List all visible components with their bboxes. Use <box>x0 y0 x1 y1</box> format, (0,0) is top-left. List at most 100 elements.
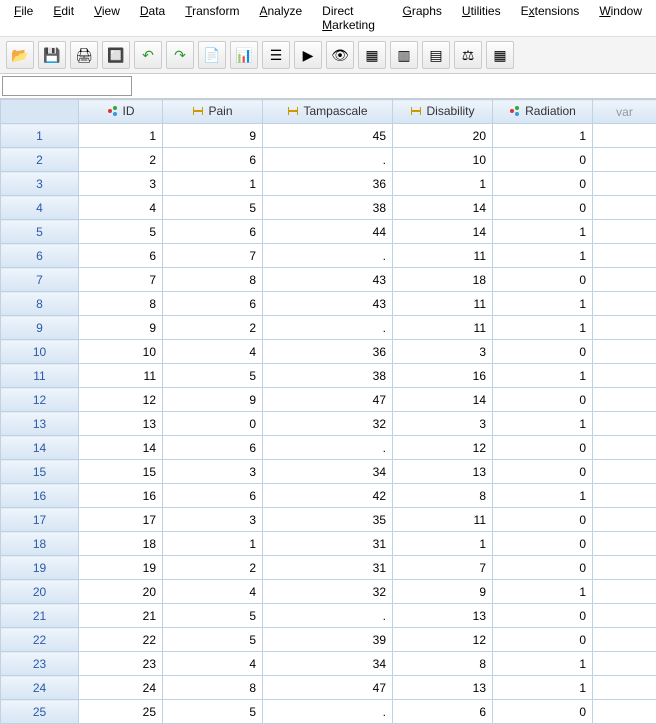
open-button[interactable]: 📂 <box>6 41 34 69</box>
row-header[interactable]: 18 <box>1 532 79 556</box>
cell-radiation[interactable]: 0 <box>493 460 593 484</box>
cell-tampascale[interactable]: 31 <box>263 532 393 556</box>
cell-pain[interactable]: 8 <box>163 676 263 700</box>
cell-disability[interactable]: 12 <box>393 436 493 460</box>
cell-radiation[interactable]: 1 <box>493 244 593 268</box>
cell-radiation[interactable]: 0 <box>493 556 593 580</box>
cell-disability[interactable]: 13 <box>393 604 493 628</box>
cell-pain[interactable]: 3 <box>163 460 263 484</box>
cell-pain[interactable]: 6 <box>163 484 263 508</box>
cell-empty[interactable] <box>593 196 656 220</box>
cell-pain[interactable]: 1 <box>163 532 263 556</box>
cell-tampascale[interactable]: 34 <box>263 460 393 484</box>
cell-tampascale[interactable]: 32 <box>263 580 393 604</box>
cell-id[interactable]: 23 <box>79 652 163 676</box>
cell-disability[interactable]: 1 <box>393 172 493 196</box>
cell-tampascale[interactable]: . <box>263 316 393 340</box>
cell-radiation[interactable]: 1 <box>493 484 593 508</box>
cell-radiation[interactable]: 1 <box>493 580 593 604</box>
cell-tampascale[interactable]: 34 <box>263 652 393 676</box>
cell-radiation[interactable]: 0 <box>493 196 593 220</box>
cell-id[interactable]: 20 <box>79 580 163 604</box>
cell-pain[interactable]: 5 <box>163 604 263 628</box>
row-header[interactable]: 2 <box>1 148 79 172</box>
row-header[interactable]: 24 <box>1 676 79 700</box>
cell-radiation[interactable]: 1 <box>493 364 593 388</box>
cell-tampascale[interactable]: 43 <box>263 268 393 292</box>
cell-id[interactable]: 2 <box>79 148 163 172</box>
row-header[interactable]: 6 <box>1 244 79 268</box>
cell-tampascale[interactable]: 35 <box>263 508 393 532</box>
cell-radiation[interactable]: 1 <box>493 652 593 676</box>
menu-direct-marketing[interactable]: Direct Marketing <box>312 2 392 34</box>
cell-id[interactable]: 1 <box>79 124 163 148</box>
cell-radiation[interactable]: 1 <box>493 412 593 436</box>
cell-pain[interactable]: 5 <box>163 364 263 388</box>
cell-tampascale[interactable]: 42 <box>263 484 393 508</box>
cell-disability[interactable]: 13 <box>393 676 493 700</box>
menu-edit[interactable]: Edit <box>43 2 84 34</box>
run-button[interactable]: ▶ <box>294 41 322 69</box>
cell-pain[interactable]: 2 <box>163 556 263 580</box>
cell-id[interactable]: 18 <box>79 532 163 556</box>
cell-id[interactable]: 13 <box>79 412 163 436</box>
cell-empty[interactable] <box>593 628 656 652</box>
cell-empty[interactable] <box>593 364 656 388</box>
weight-cases-button[interactable]: ⚖ <box>454 41 482 69</box>
cell-pain[interactable]: 1 <box>163 172 263 196</box>
menu-file[interactable]: File <box>4 2 43 34</box>
cell-disability[interactable]: 16 <box>393 364 493 388</box>
cell-tampascale[interactable]: 32 <box>263 412 393 436</box>
cell-pain[interactable]: 8 <box>163 268 263 292</box>
cell-radiation[interactable]: 0 <box>493 172 593 196</box>
cell-empty[interactable] <box>593 148 656 172</box>
cell-radiation[interactable]: 1 <box>493 292 593 316</box>
menu-extensions[interactable]: Extensions <box>511 2 590 34</box>
cell-disability[interactable]: 14 <box>393 388 493 412</box>
cell-id[interactable]: 10 <box>79 340 163 364</box>
cell-tampascale[interactable]: 44 <box>263 220 393 244</box>
cell-empty[interactable] <box>593 340 656 364</box>
cell-radiation[interactable]: 0 <box>493 532 593 556</box>
cell-empty[interactable] <box>593 124 656 148</box>
row-header[interactable]: 20 <box>1 580 79 604</box>
cell-empty[interactable] <box>593 604 656 628</box>
variables-button[interactable]: ☰ <box>262 41 290 69</box>
row-header[interactable]: 1 <box>1 124 79 148</box>
cell-pain[interactable]: 3 <box>163 508 263 532</box>
row-header[interactable]: 8 <box>1 292 79 316</box>
cell-id[interactable]: 4 <box>79 196 163 220</box>
cell-radiation[interactable]: 0 <box>493 268 593 292</box>
print-button[interactable]: 🖨 <box>70 41 98 69</box>
column-header-tampascale[interactable]: Tampascale <box>263 100 393 124</box>
cell-disability[interactable]: 10 <box>393 148 493 172</box>
menu-utilities[interactable]: Utilities <box>452 2 511 34</box>
insert-variable-button[interactable]: ▥ <box>390 41 418 69</box>
cell-id[interactable]: 14 <box>79 436 163 460</box>
cell-id[interactable]: 11 <box>79 364 163 388</box>
cell-pain[interactable]: 6 <box>163 436 263 460</box>
cell-radiation[interactable]: 0 <box>493 508 593 532</box>
cell-pain[interactable]: 4 <box>163 580 263 604</box>
cell-tampascale[interactable]: 39 <box>263 628 393 652</box>
cell-disability[interactable]: 11 <box>393 244 493 268</box>
cell-pain[interactable]: 6 <box>163 292 263 316</box>
cell-disability[interactable]: 11 <box>393 292 493 316</box>
cell-pain[interactable]: 9 <box>163 124 263 148</box>
insert-cases-button[interactable]: ▦ <box>358 41 386 69</box>
cell-disability[interactable]: 7 <box>393 556 493 580</box>
cell-id[interactable]: 22 <box>79 628 163 652</box>
row-header[interactable]: 3 <box>1 172 79 196</box>
cell-id[interactable]: 15 <box>79 460 163 484</box>
menu-view[interactable]: View <box>84 2 130 34</box>
column-header-radiation[interactable]: Radiation <box>493 100 593 124</box>
cell-radiation[interactable]: 0 <box>493 436 593 460</box>
cell-disability[interactable]: 14 <box>393 196 493 220</box>
cell-tampascale[interactable]: 47 <box>263 388 393 412</box>
cell-id[interactable]: 12 <box>79 388 163 412</box>
cell-pain[interactable]: 2 <box>163 316 263 340</box>
row-header[interactable]: 11 <box>1 364 79 388</box>
goto-case-button[interactable]: 📄 <box>198 41 226 69</box>
cell-empty[interactable] <box>593 484 656 508</box>
cell-tampascale[interactable]: 43 <box>263 292 393 316</box>
